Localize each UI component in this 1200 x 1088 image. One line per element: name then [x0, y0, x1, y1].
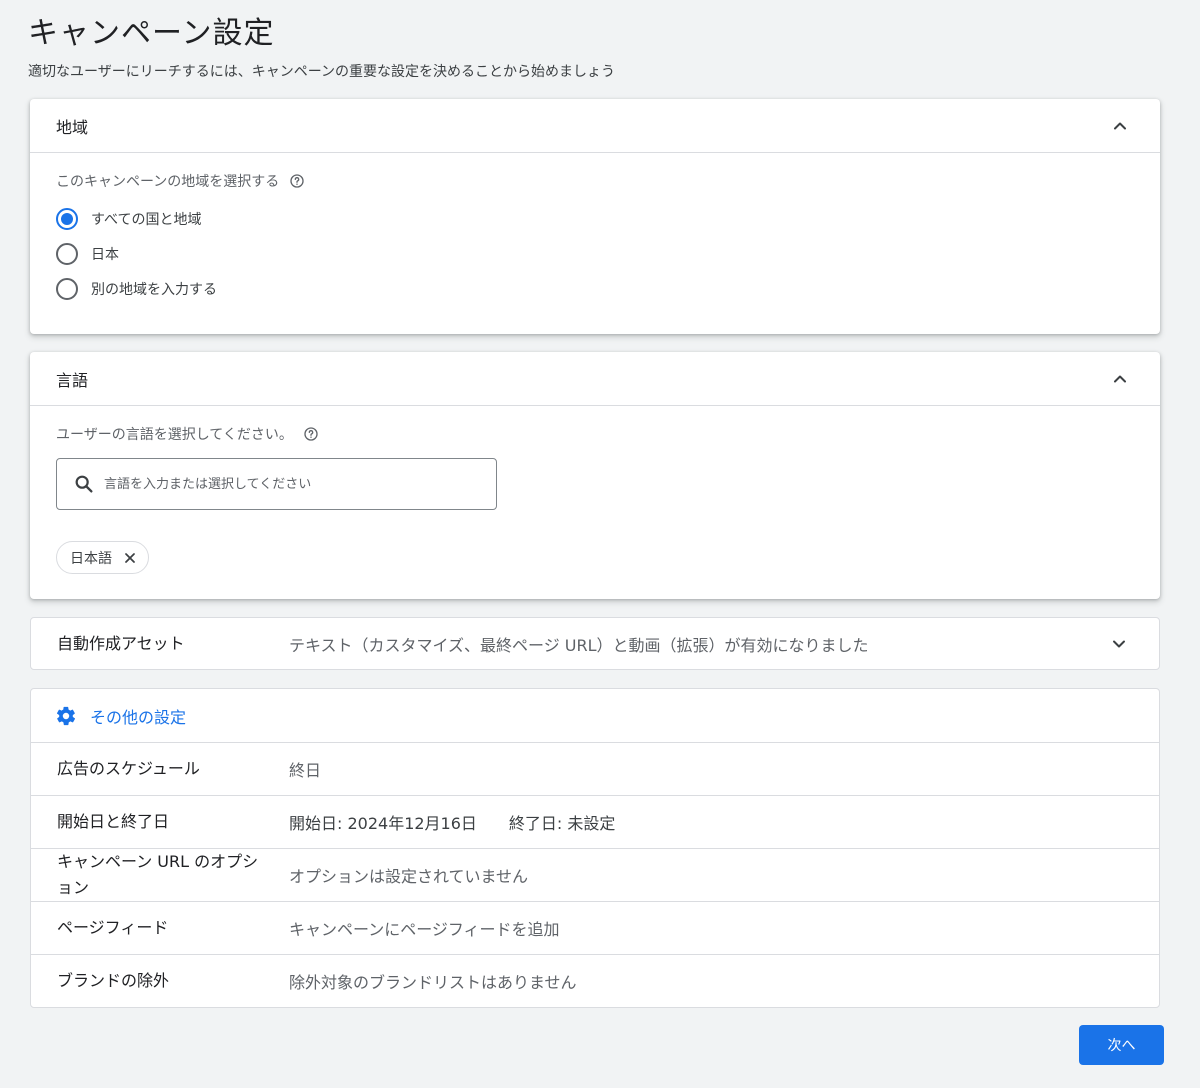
language-question: ユーザーの言語を選択してください。 — [56, 424, 1134, 444]
location-question: このキャンペーンの地域を選択する — [56, 171, 1134, 191]
radio-button[interactable] — [56, 277, 78, 300]
campaign-url-options-value: オプションは設定されていません — [289, 867, 529, 886]
page-subtitle: 適切なユーザーにリーチするには、キャンペーンの重要な設定を決めることから始めまし… — [28, 64, 616, 80]
gear-icon — [55, 705, 77, 727]
location-option-label: 別の地域を入力する — [91, 281, 217, 298]
language-card: 言語 ユーザーの言語を選択してください。 日本語 — [30, 352, 1160, 599]
close-icon[interactable] — [122, 550, 138, 566]
campaign-url-options-row[interactable]: キャンペーン URL のオプション オプションは設定されていません — [30, 848, 1160, 902]
language-card-title: 言語 — [56, 370, 89, 390]
language-search-field[interactable] — [56, 458, 497, 510]
location-option-all[interactable]: すべての国と地域 — [56, 201, 1134, 236]
radio-button-selected[interactable] — [56, 207, 78, 230]
ad-schedule-label: 広告のスケジュール — [57, 759, 200, 778]
location-radio-group: すべての国と地域 日本 別の地域を入力する — [56, 201, 1134, 306]
ad-schedule-row[interactable]: 広告のスケジュール 終日 — [30, 742, 1160, 796]
help-icon[interactable] — [289, 173, 305, 189]
language-question-text: ユーザーの言語を選択してください。 — [56, 427, 293, 443]
language-chip-label: 日本語 — [70, 550, 112, 567]
location-card-title: 地域 — [56, 117, 89, 137]
location-option-japan[interactable]: 日本 — [56, 236, 1134, 271]
page-feed-value: キャンペーンにページフィードを追加 — [289, 920, 560, 939]
page-feed-row[interactable]: ページフィード キャンペーンにページフィードを追加 — [30, 901, 1160, 955]
search-icon — [73, 473, 95, 495]
brand-exclusion-row[interactable]: ブランドの除外 除外対象のブランドリストはありません — [30, 954, 1160, 1008]
other-settings-label: その他の設定 — [90, 707, 187, 727]
chevron-down-icon[interactable] — [1109, 634, 1129, 654]
language-chip: 日本語 — [56, 541, 149, 574]
end-date-value: 終了日: 未設定 — [508, 814, 616, 833]
ad-schedule-value: 終日 — [289, 761, 322, 780]
location-option-custom[interactable]: 別の地域を入力する — [56, 271, 1134, 306]
chevron-up-icon[interactable] — [1110, 116, 1130, 136]
location-question-text: このキャンペーンの地域を選択する — [56, 174, 280, 190]
auto-assets-label: 自動作成アセット — [57, 633, 185, 653]
start-end-date-label: 開始日と終了日 — [57, 812, 170, 831]
chevron-up-icon[interactable] — [1110, 369, 1130, 389]
brand-exclusion-value: 除外対象のブランドリストはありません — [289, 973, 577, 992]
location-card: 地域 このキャンペーンの地域を選択する すべての国と地域 日本 別の地域を入力す… — [30, 99, 1160, 334]
location-option-label: 日本 — [91, 246, 119, 263]
language-card-header[interactable]: 言語 — [30, 352, 1160, 406]
language-search-input[interactable] — [104, 476, 484, 492]
page-title: キャンペーン設定 — [28, 16, 275, 51]
help-icon[interactable] — [303, 426, 319, 442]
radio-button[interactable] — [56, 242, 78, 265]
other-settings-header[interactable]: その他の設定 — [30, 688, 1160, 743]
page-feed-label: ページフィード — [57, 918, 169, 937]
next-button[interactable]: 次へ — [1079, 1025, 1164, 1065]
location-card-header[interactable]: 地域 — [30, 99, 1160, 153]
auto-assets-row[interactable]: 自動作成アセット テキスト（カスタマイズ、最終ページ URL）と動画（拡張）が有… — [30, 617, 1160, 670]
start-date-value: 開始日: 2024年12月16日 — [289, 814, 477, 833]
brand-exclusion-label: ブランドの除外 — [57, 971, 170, 990]
campaign-url-options-label: キャンペーン URL のオプション — [57, 852, 259, 897]
start-end-date-row[interactable]: 開始日と終了日 開始日: 2024年12月16日 終了日: 未設定 — [30, 795, 1160, 849]
location-option-label: すべての国と地域 — [91, 211, 202, 228]
auto-assets-value: テキスト（カスタマイズ、最終ページ URL）と動画（拡張）が有効になりました — [289, 635, 869, 655]
